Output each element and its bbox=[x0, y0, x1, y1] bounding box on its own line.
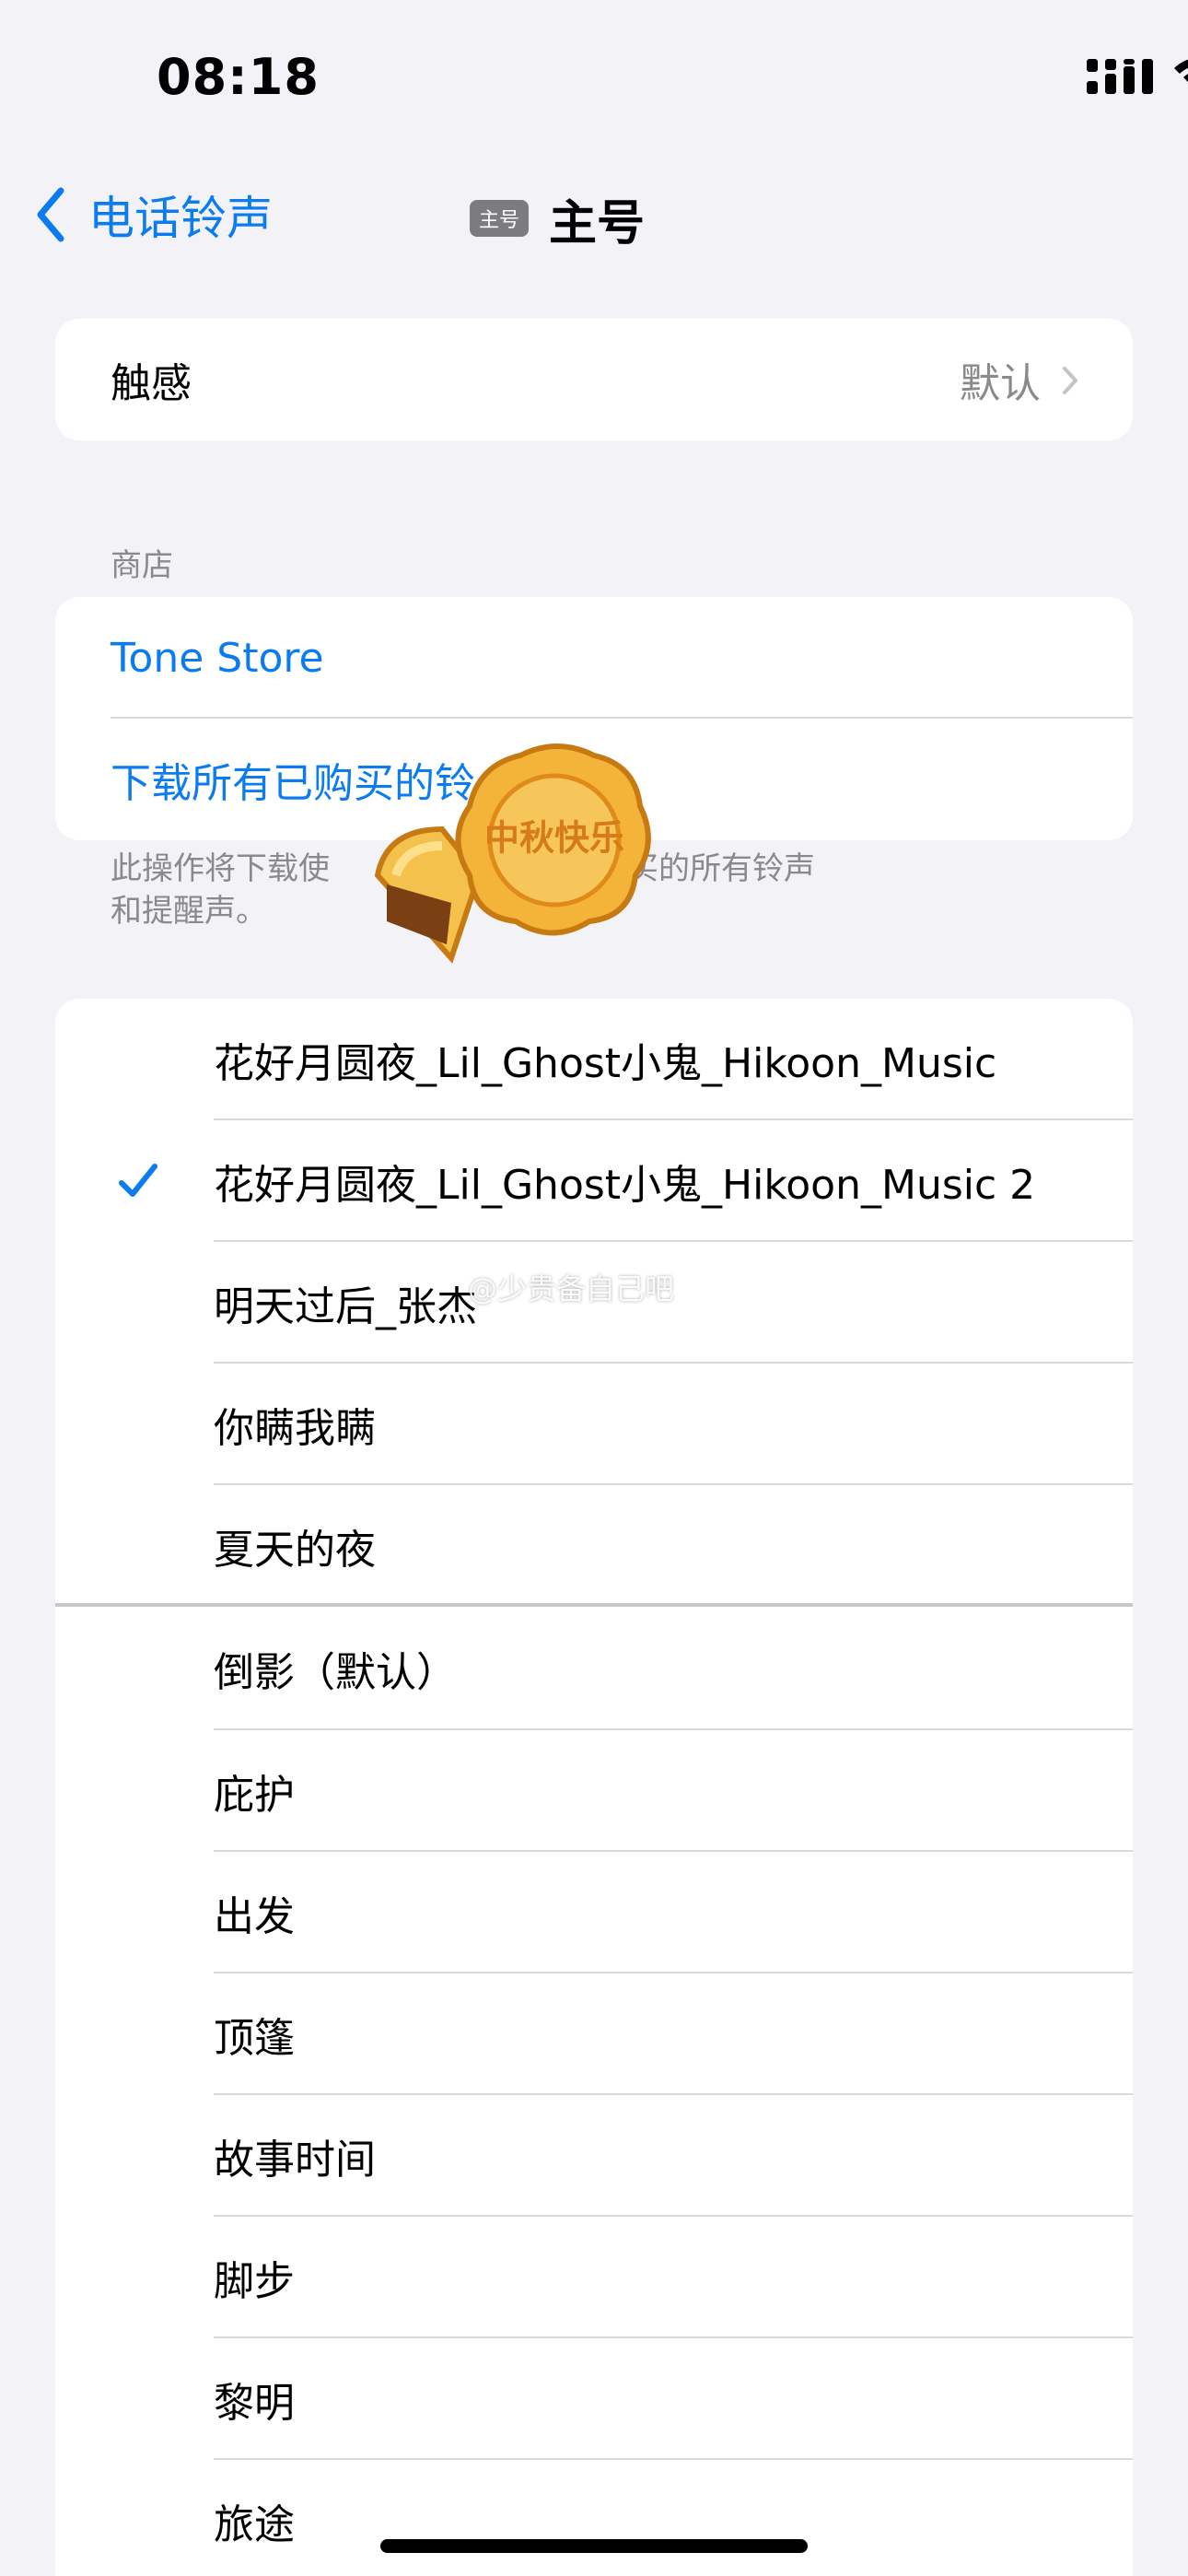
ringtone-row[interactable]: 旅途 bbox=[55, 2460, 1133, 2576]
ringtone-row[interactable]: 顶篷 bbox=[55, 1973, 1133, 2095]
tone-store-label: Tone Store bbox=[111, 634, 324, 682]
status-bar: 08:18 bbox=[0, 0, 1188, 161]
cellular-signal-icon bbox=[1087, 59, 1153, 94]
status-time: 08:18 bbox=[157, 48, 320, 106]
ringtone-label: 倒影（默认） bbox=[214, 1649, 457, 1696]
ringtone-row[interactable]: 你瞒我瞒 bbox=[55, 1364, 1133, 1485]
wifi-icon bbox=[1174, 59, 1188, 82]
ringtone-label: 脚步 bbox=[214, 2258, 295, 2305]
checkmark-icon bbox=[119, 1164, 157, 1197]
ringtone-row[interactable]: 倒影（默认） bbox=[55, 1607, 1133, 1730]
haptics-group: 触感 默认 bbox=[55, 319, 1133, 440]
download-all-purchased-link[interactable]: 下载所有已购买的铃 bbox=[55, 719, 1133, 840]
store-section-header: 商店 bbox=[111, 547, 173, 584]
tone-store-link[interactable]: Tone Store bbox=[55, 597, 1133, 719]
watermark: @少贵备自己吧 bbox=[468, 1271, 675, 1306]
ringtone-label: 故事时间 bbox=[214, 2137, 376, 2184]
page-title-text: 主号 bbox=[549, 195, 646, 252]
ringtone-list: 花好月圆夜_Lil_Ghost小鬼_Hikoon_Music 花好月圆夜_Lil… bbox=[55, 999, 1133, 2576]
haptics-value: 默认 bbox=[960, 360, 1041, 407]
download-all-label: 下载所有已购买的铃 bbox=[111, 760, 475, 807]
ringtone-label: 顶篷 bbox=[214, 2015, 295, 2062]
ringtone-row[interactable]: 庇护 bbox=[55, 1730, 1133, 1852]
ringtone-label: 明天过后_张杰 bbox=[214, 1283, 477, 1330]
line-badge: 主号 bbox=[469, 200, 529, 237]
navigation-bar: 电话铃声 主号 主号 bbox=[0, 161, 1188, 272]
ringtone-row[interactable]: 出发 bbox=[55, 1852, 1133, 1973]
ringtone-row[interactable]: 花好月圆夜_Lil_Ghost小鬼_Hikoon_Music bbox=[55, 999, 1133, 1120]
ringtone-label: 夏天的夜 bbox=[214, 1527, 376, 1574]
haptics-row[interactable]: 触感 默认 bbox=[55, 319, 1133, 440]
ringtone-row-selected[interactable]: 花好月圆夜_Lil_Ghost小鬼_Hikoon_Music 2 bbox=[55, 1120, 1133, 1242]
ringtone-label: 花好月圆夜_Lil_Ghost小鬼_Hikoon_Music 2 bbox=[214, 1162, 1036, 1209]
store-footer-note: 此操作将下载使 户购买的所有铃声 和提醒声。 bbox=[111, 848, 1031, 932]
ringtone-row[interactable]: 夏天的夜 bbox=[55, 1485, 1133, 1607]
chevron-right-icon bbox=[1063, 367, 1077, 394]
ringtone-label: 你瞒我瞒 bbox=[214, 1405, 376, 1452]
ringtone-label: 旅途 bbox=[214, 2501, 295, 2548]
ringtone-row[interactable]: 脚步 bbox=[55, 2217, 1133, 2338]
ringtone-label: 出发 bbox=[214, 1893, 295, 1940]
haptics-label: 触感 bbox=[111, 360, 192, 407]
ringtone-label: 庇护 bbox=[214, 1772, 295, 1819]
footer-note-line1-tail: 户购买的所有铃声 bbox=[565, 850, 815, 887]
footer-note-line1: 此操作将下载使 bbox=[111, 850, 330, 887]
home-indicator[interactable] bbox=[380, 2539, 808, 2553]
ringtone-label: 花好月圆夜_Lil_Ghost小鬼_Hikoon_Music bbox=[214, 1040, 997, 1087]
ringtone-label: 黎明 bbox=[214, 2380, 295, 2427]
ringtone-row[interactable]: 黎明 bbox=[55, 2338, 1133, 2460]
ringtone-row[interactable]: 故事时间 bbox=[55, 2095, 1133, 2217]
store-group: Tone Store 下载所有已购买的铃 bbox=[55, 597, 1133, 840]
page-title: 主号 主号 bbox=[0, 181, 1188, 255]
ringtone-settings-screen: 08:18 电话铃声 主号 主号 触感 默认 商店 Tone Store 下载所… bbox=[0, 0, 1188, 2576]
footer-note-line2: 和提醒声。 bbox=[111, 893, 267, 930]
